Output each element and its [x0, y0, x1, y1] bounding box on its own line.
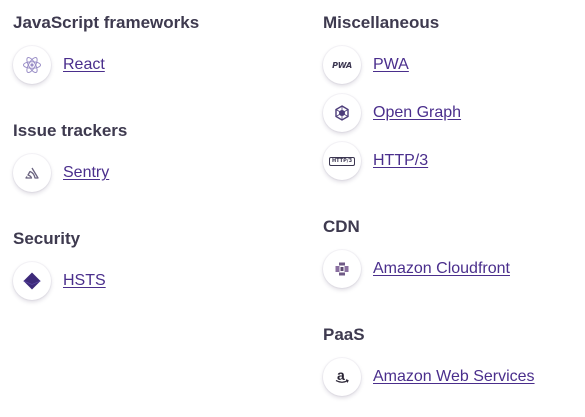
aws-logo: a [335, 367, 349, 385]
tech-link-hsts[interactable]: HSTS [63, 272, 106, 290]
group-heading-paas: PaaS [323, 325, 365, 344]
tech-link-react[interactable]: React [63, 56, 105, 74]
tech-link-amazon-web-services[interactable]: Amazon Web Services [373, 368, 535, 386]
tech-item-open-graph: Open Graph [323, 93, 461, 133]
http3-icon-badge: HTTP/3 [328, 156, 356, 166]
aws-icon: a [323, 358, 361, 396]
pwa-icon-text: PWA [332, 60, 352, 70]
group-heading-security: Security [13, 229, 81, 248]
open-graph-icon [323, 94, 361, 132]
tech-item-amazon-cloudfront: Amazon Cloudfront [323, 249, 510, 289]
tech-link-pwa[interactable]: PWA [373, 56, 409, 74]
sentry-icon [13, 154, 51, 192]
group-heading-miscellaneous: Miscellaneous [323, 13, 440, 32]
tech-item-hsts: HSTS [13, 261, 106, 301]
tech-item-react: React [13, 45, 105, 85]
group-heading-javascript-frameworks: JavaScript frameworks [13, 13, 200, 32]
tech-item-http3: HTTP/3 HTTP/3 [323, 141, 428, 181]
tech-link-open-graph[interactable]: Open Graph [373, 104, 461, 122]
react-icon [13, 46, 51, 84]
cloudfront-icon [323, 250, 361, 288]
hsts-icon [13, 262, 51, 300]
pwa-icon: PWA [323, 46, 361, 84]
tech-link-sentry[interactable]: Sentry [63, 164, 109, 182]
group-heading-cdn: CDN [323, 217, 360, 236]
tech-item-sentry: Sentry [13, 153, 109, 193]
tech-item-amazon-web-services: a Amazon Web Services [323, 357, 535, 397]
http3-icon: HTTP/3 [323, 142, 361, 180]
group-heading-issue-trackers: Issue trackers [13, 121, 128, 140]
tech-link-amazon-cloudfront[interactable]: Amazon Cloudfront [373, 260, 510, 278]
tech-link-http3[interactable]: HTTP/3 [373, 152, 428, 170]
tech-item-pwa: PWA PWA [323, 45, 409, 85]
